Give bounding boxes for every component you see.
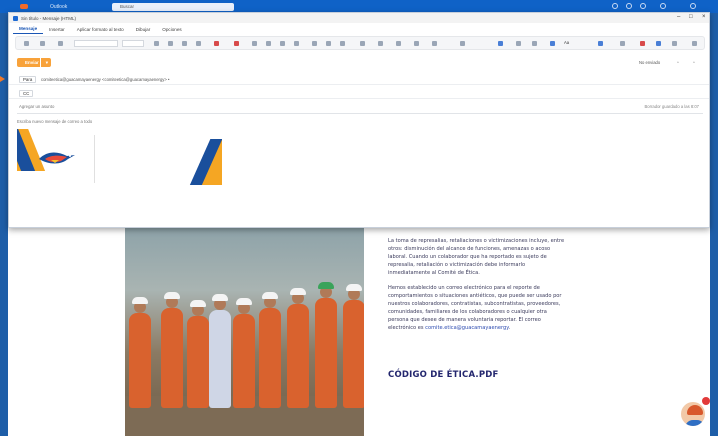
- importance-low-icon[interactable]: [620, 41, 625, 46]
- draft-saved-status: Borrador guardado a las 8:07: [644, 104, 699, 109]
- window-title: Sin título - Mensaje (HTML): [21, 15, 77, 21]
- compose-title-bar: Sin título - Mensaje (HTML) – □ ×: [9, 13, 709, 23]
- ethics-email-link[interactable]: comite.etica@guacamayaenergy: [425, 325, 508, 331]
- divider: [17, 113, 703, 114]
- ribbon-toolbar: Aa: [15, 36, 705, 50]
- tab-draw[interactable]: Dibujar: [130, 27, 157, 34]
- font-size-label[interactable]: Aa: [564, 40, 569, 45]
- worker-figure: [315, 282, 337, 408]
- format-painter-icon[interactable]: [58, 41, 63, 46]
- ethics-code-pdf-link[interactable]: CÓDIGO DE ÉTICA.PDF: [388, 370, 499, 380]
- popout-icon[interactable]: ▫: [693, 60, 695, 66]
- font-size-select[interactable]: [122, 40, 144, 47]
- align-center-icon[interactable]: [326, 41, 331, 46]
- article-paragraph: La toma de represalias, retaliaciones o …: [388, 238, 565, 276]
- bullets-icon[interactable]: [252, 41, 257, 46]
- worker-figure: [343, 284, 364, 408]
- highlight-icon[interactable]: [214, 41, 219, 46]
- worker-figure: [287, 288, 309, 408]
- cc-field-row: CC: [9, 87, 709, 99]
- send-button[interactable]: Enviar ▾: [17, 58, 51, 67]
- style-icon[interactable]: [360, 41, 365, 46]
- worker-figure: [259, 292, 281, 408]
- worker-figure: [209, 294, 231, 408]
- company-signature-logo: [17, 129, 222, 185]
- attach-icon[interactable]: [396, 41, 401, 46]
- tab-options[interactable]: Opciones: [156, 27, 187, 34]
- pointer-arrow-icon: [0, 76, 5, 82]
- to-field-row: Para comiteetica@guacamayaenergy <comite…: [9, 73, 709, 85]
- picture-icon[interactable]: [414, 41, 419, 46]
- app-name: Outlook: [50, 3, 68, 10]
- outlook-logo-icon: [18, 2, 36, 12]
- signature-icon[interactable]: [460, 41, 465, 46]
- apps-icon[interactable]: [598, 41, 603, 46]
- outdent-icon[interactable]: [294, 41, 299, 46]
- close-icon[interactable]: [690, 3, 696, 9]
- worker-figure: [129, 297, 151, 408]
- help-icon[interactable]: [640, 3, 646, 9]
- minimize-icon[interactable]: –: [677, 14, 680, 20]
- link-icon[interactable]: [378, 41, 383, 46]
- tab-format-text[interactable]: Aplicar formato al texto: [71, 27, 130, 34]
- delete-draft-icon[interactable]: ▫: [677, 60, 679, 66]
- cc-button[interactable]: CC: [19, 90, 34, 97]
- ribbon-tabs: Mensaje Insertar Aplicar formato al text…: [9, 23, 709, 34]
- to-field[interactable]: comiteetica@guacamayaenergy <comiteetica…: [41, 77, 169, 82]
- to-button[interactable]: Para: [19, 76, 37, 83]
- bold-icon[interactable]: [154, 41, 159, 46]
- importance-high-icon[interactable]: [640, 41, 645, 46]
- team-photo: [125, 228, 364, 436]
- outlook-app-icon: [13, 15, 18, 21]
- subject-input[interactable]: Agregar un asunto: [19, 104, 54, 109]
- more-options-icon[interactable]: [692, 41, 697, 46]
- align-left-icon[interactable]: [312, 41, 317, 46]
- permissions-icon[interactable]: [672, 41, 677, 46]
- italic-icon[interactable]: [168, 41, 173, 46]
- logo-divider: [94, 135, 95, 183]
- table-icon[interactable]: [432, 41, 437, 46]
- worker-figure: [233, 298, 255, 408]
- numbering-icon[interactable]: [266, 41, 271, 46]
- article-paragraph: Hemos establecido un correo electrónico …: [388, 284, 568, 332]
- notification-icon[interactable]: [612, 3, 618, 9]
- tab-insert[interactable]: Insertar: [43, 27, 71, 34]
- close-window-icon[interactable]: ×: [702, 14, 706, 20]
- compose-window: Sin título - Mensaje (HTML) – □ × Mensaj…: [8, 12, 710, 228]
- sensitivity-icon[interactable]: [532, 41, 537, 46]
- account-icon[interactable]: [660, 3, 666, 9]
- article-text: de cero tolerancia. La toma de represali…: [388, 222, 568, 339]
- chevron-down-icon[interactable]: ▾: [46, 58, 48, 67]
- maximize-icon[interactable]: □: [689, 14, 693, 20]
- dictate-icon[interactable]: [516, 41, 521, 46]
- send-label: Enviar: [25, 60, 39, 65]
- strikethrough-icon[interactable]: [196, 41, 201, 46]
- indent-icon[interactable]: [280, 41, 285, 46]
- undo-icon[interactable]: [24, 41, 29, 46]
- flag-icon[interactable]: [656, 41, 661, 46]
- font-family-select[interactable]: [74, 40, 118, 47]
- align-right-icon[interactable]: [340, 41, 345, 46]
- underline-icon[interactable]: [182, 41, 187, 46]
- settings-icon[interactable]: [626, 3, 632, 9]
- worker-figure: [161, 292, 183, 408]
- immersive-reader-icon[interactable]: [550, 41, 555, 46]
- not-sent-status: No enviado: [639, 60, 661, 65]
- send-row: Enviar ▾ No enviado ▫ ▫: [9, 53, 709, 71]
- worker-figure: [187, 300, 209, 408]
- font-color-icon[interactable]: [234, 41, 239, 46]
- chat-notification-badge: [702, 397, 710, 405]
- editor-icon[interactable]: [498, 41, 503, 46]
- message-body-input[interactable]: Escriba nuevo mensaje de correo a todo: [17, 119, 92, 124]
- clipboard-icon[interactable]: [40, 41, 45, 46]
- article-text-span: .: [508, 325, 511, 331]
- macaw-logo-icon: [39, 152, 75, 164]
- tab-message[interactable]: Mensaje: [13, 26, 44, 34]
- search-input[interactable]: Buscar: [112, 3, 234, 11]
